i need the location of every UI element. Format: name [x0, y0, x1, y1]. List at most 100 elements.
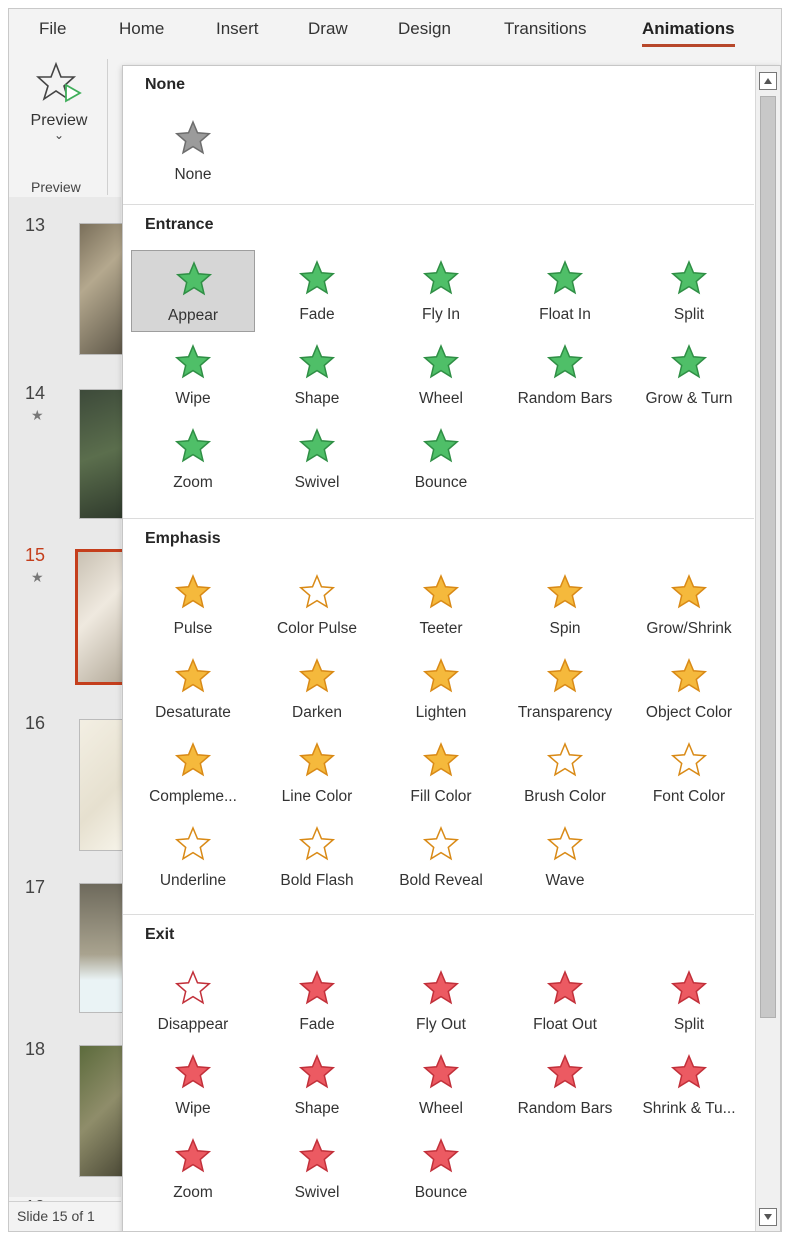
animation-option[interactable]: Disappear [131, 960, 255, 1042]
animation-option[interactable]: Shrink & Tu... [627, 1044, 751, 1126]
scroll-down-icon[interactable] [759, 1208, 777, 1226]
animation-option[interactable]: Lighten [379, 648, 503, 730]
animation-option-label: Shape [294, 1100, 340, 1117]
animation-option[interactable]: Bold Flash [255, 816, 379, 898]
animation-option[interactable]: Teeter [379, 564, 503, 646]
tab-design[interactable]: Design [398, 19, 451, 39]
grow-turn-icon [670, 344, 708, 379]
animation-option[interactable]: Bold Reveal [379, 816, 503, 898]
animation-option-label: Lighten [415, 704, 467, 721]
gallery-scrollbar[interactable] [755, 66, 780, 1231]
animation-option[interactable]: Zoom [131, 1128, 255, 1210]
swivel-out-icon [298, 1138, 336, 1173]
scroll-thumb[interactable] [760, 96, 776, 1018]
pulse-icon [174, 574, 212, 609]
animation-option-label: Disappear [157, 1016, 229, 1033]
animation-option[interactable]: Fly Out [379, 960, 503, 1042]
animation-option[interactable]: Underline [131, 816, 255, 898]
animation-option[interactable]: Random Bars [503, 334, 627, 416]
section-divider [123, 204, 754, 205]
animation-option[interactable]: Darken [255, 648, 379, 730]
tab-home[interactable]: Home [119, 19, 164, 39]
animation-option[interactable]: Compleme... [131, 732, 255, 814]
animation-option[interactable]: Grow/Shrink [627, 564, 751, 646]
animation-option[interactable]: Swivel [255, 1128, 379, 1210]
swivel-icon [298, 428, 336, 463]
animation-option-label: Fly Out [416, 1016, 466, 1033]
animation-option[interactable]: Bounce [379, 1128, 503, 1210]
preview-button[interactable]: Preview ⌄ [23, 61, 95, 171]
animation-option-label: Zoom [173, 474, 213, 491]
animation-option[interactable]: Brush Color [503, 732, 627, 814]
animation-option[interactable]: Wipe [131, 1044, 255, 1126]
animation-option[interactable]: Object Color [627, 648, 751, 730]
animation-option-label: Wheel [419, 1100, 463, 1117]
tab-animations[interactable]: Animations [642, 19, 735, 47]
animation-gallery[interactable]: None None Entrance Appear Fade Fly In Float In… [122, 65, 781, 1231]
split-out-icon [670, 970, 708, 1005]
animation-option[interactable]: Swivel [255, 418, 379, 500]
animation-option[interactable]: Spin [503, 564, 627, 646]
animation-option[interactable]: Split [627, 960, 751, 1042]
slide-thumbnail-pane[interactable]: 13 14 ★ 15 ★ 16 17 18 19 [9, 197, 125, 1217]
tab-insert[interactable]: Insert [216, 19, 259, 39]
animation-option[interactable]: Font Color [627, 732, 751, 814]
chevron-down-icon: ⌄ [53, 128, 65, 142]
animation-option[interactable]: Color Pulse [255, 564, 379, 646]
animation-option-label: Swivel [294, 1184, 340, 1201]
slide-thumbnail-image [79, 389, 125, 519]
bold-reveal-icon [422, 826, 460, 861]
animation-option[interactable]: Shape [255, 334, 379, 416]
underline-icon [174, 826, 212, 861]
section-divider [123, 518, 754, 519]
animation-option[interactable]: Desaturate [131, 648, 255, 730]
grow-shrink-icon [670, 574, 708, 609]
preview-group-label: Preview [31, 179, 81, 195]
slide-thumbnail-image [75, 549, 125, 685]
preview-star-icon [35, 61, 82, 103]
animation-option[interactable]: Random Bars [503, 1044, 627, 1126]
animation-option[interactable]: Float Out [503, 960, 627, 1042]
animation-option-label: Swivel [294, 474, 340, 491]
animation-option[interactable]: Shape [255, 1044, 379, 1126]
animation-option-label: Teeter [419, 620, 463, 637]
tab-transitions[interactable]: Transitions [504, 19, 587, 39]
animation-option[interactable]: None [131, 110, 255, 192]
tab-file[interactable]: File [39, 19, 66, 39]
animation-option[interactable]: Grow & Turn [627, 334, 751, 416]
animation-option[interactable]: Fill Color [379, 732, 503, 814]
wipe-icon [174, 344, 212, 379]
tab-draw[interactable]: Draw [308, 19, 348, 39]
animation-option[interactable]: Zoom [131, 418, 255, 500]
desaturate-icon [174, 658, 212, 693]
animation-option[interactable]: Float In [503, 250, 627, 332]
animation-option[interactable]: Fly In [379, 250, 503, 332]
animation-option[interactable]: Wheel [379, 334, 503, 416]
animation-star-icon: ★ [31, 407, 44, 423]
random-bars-out-icon [546, 1054, 584, 1089]
animation-option[interactable]: Wipe [131, 334, 255, 416]
slide-thumbnail-image [79, 1045, 125, 1177]
animation-option[interactable]: Appear [131, 250, 255, 332]
animation-option[interactable]: Line Color [255, 732, 379, 814]
animation-option[interactable]: Wheel [379, 1044, 503, 1126]
animation-option-label: Grow & Turn [645, 390, 733, 407]
line-color-icon [298, 742, 336, 777]
animation-option[interactable]: Fade [255, 250, 379, 332]
animation-option-label: Appear [168, 307, 218, 324]
animation-option-label: Float Out [533, 1016, 597, 1033]
teeter-icon [422, 574, 460, 609]
animation-option[interactable]: Fade [255, 960, 379, 1042]
animation-option[interactable]: Split [627, 250, 751, 332]
star-gray-icon [174, 120, 212, 155]
animation-option-label: Wipe [175, 390, 211, 407]
animation-option[interactable]: Transparency [503, 648, 627, 730]
shape-out-icon [298, 1054, 336, 1089]
fly-out-icon [422, 970, 460, 1005]
scroll-up-icon[interactable] [759, 72, 777, 90]
animation-option-label: Split [673, 306, 705, 323]
animation-option[interactable]: Pulse [131, 564, 255, 646]
animation-option-label: Shrink & Tu... [642, 1100, 736, 1117]
animation-option[interactable]: Bounce [379, 418, 503, 500]
animation-option[interactable]: Wave [503, 816, 627, 898]
